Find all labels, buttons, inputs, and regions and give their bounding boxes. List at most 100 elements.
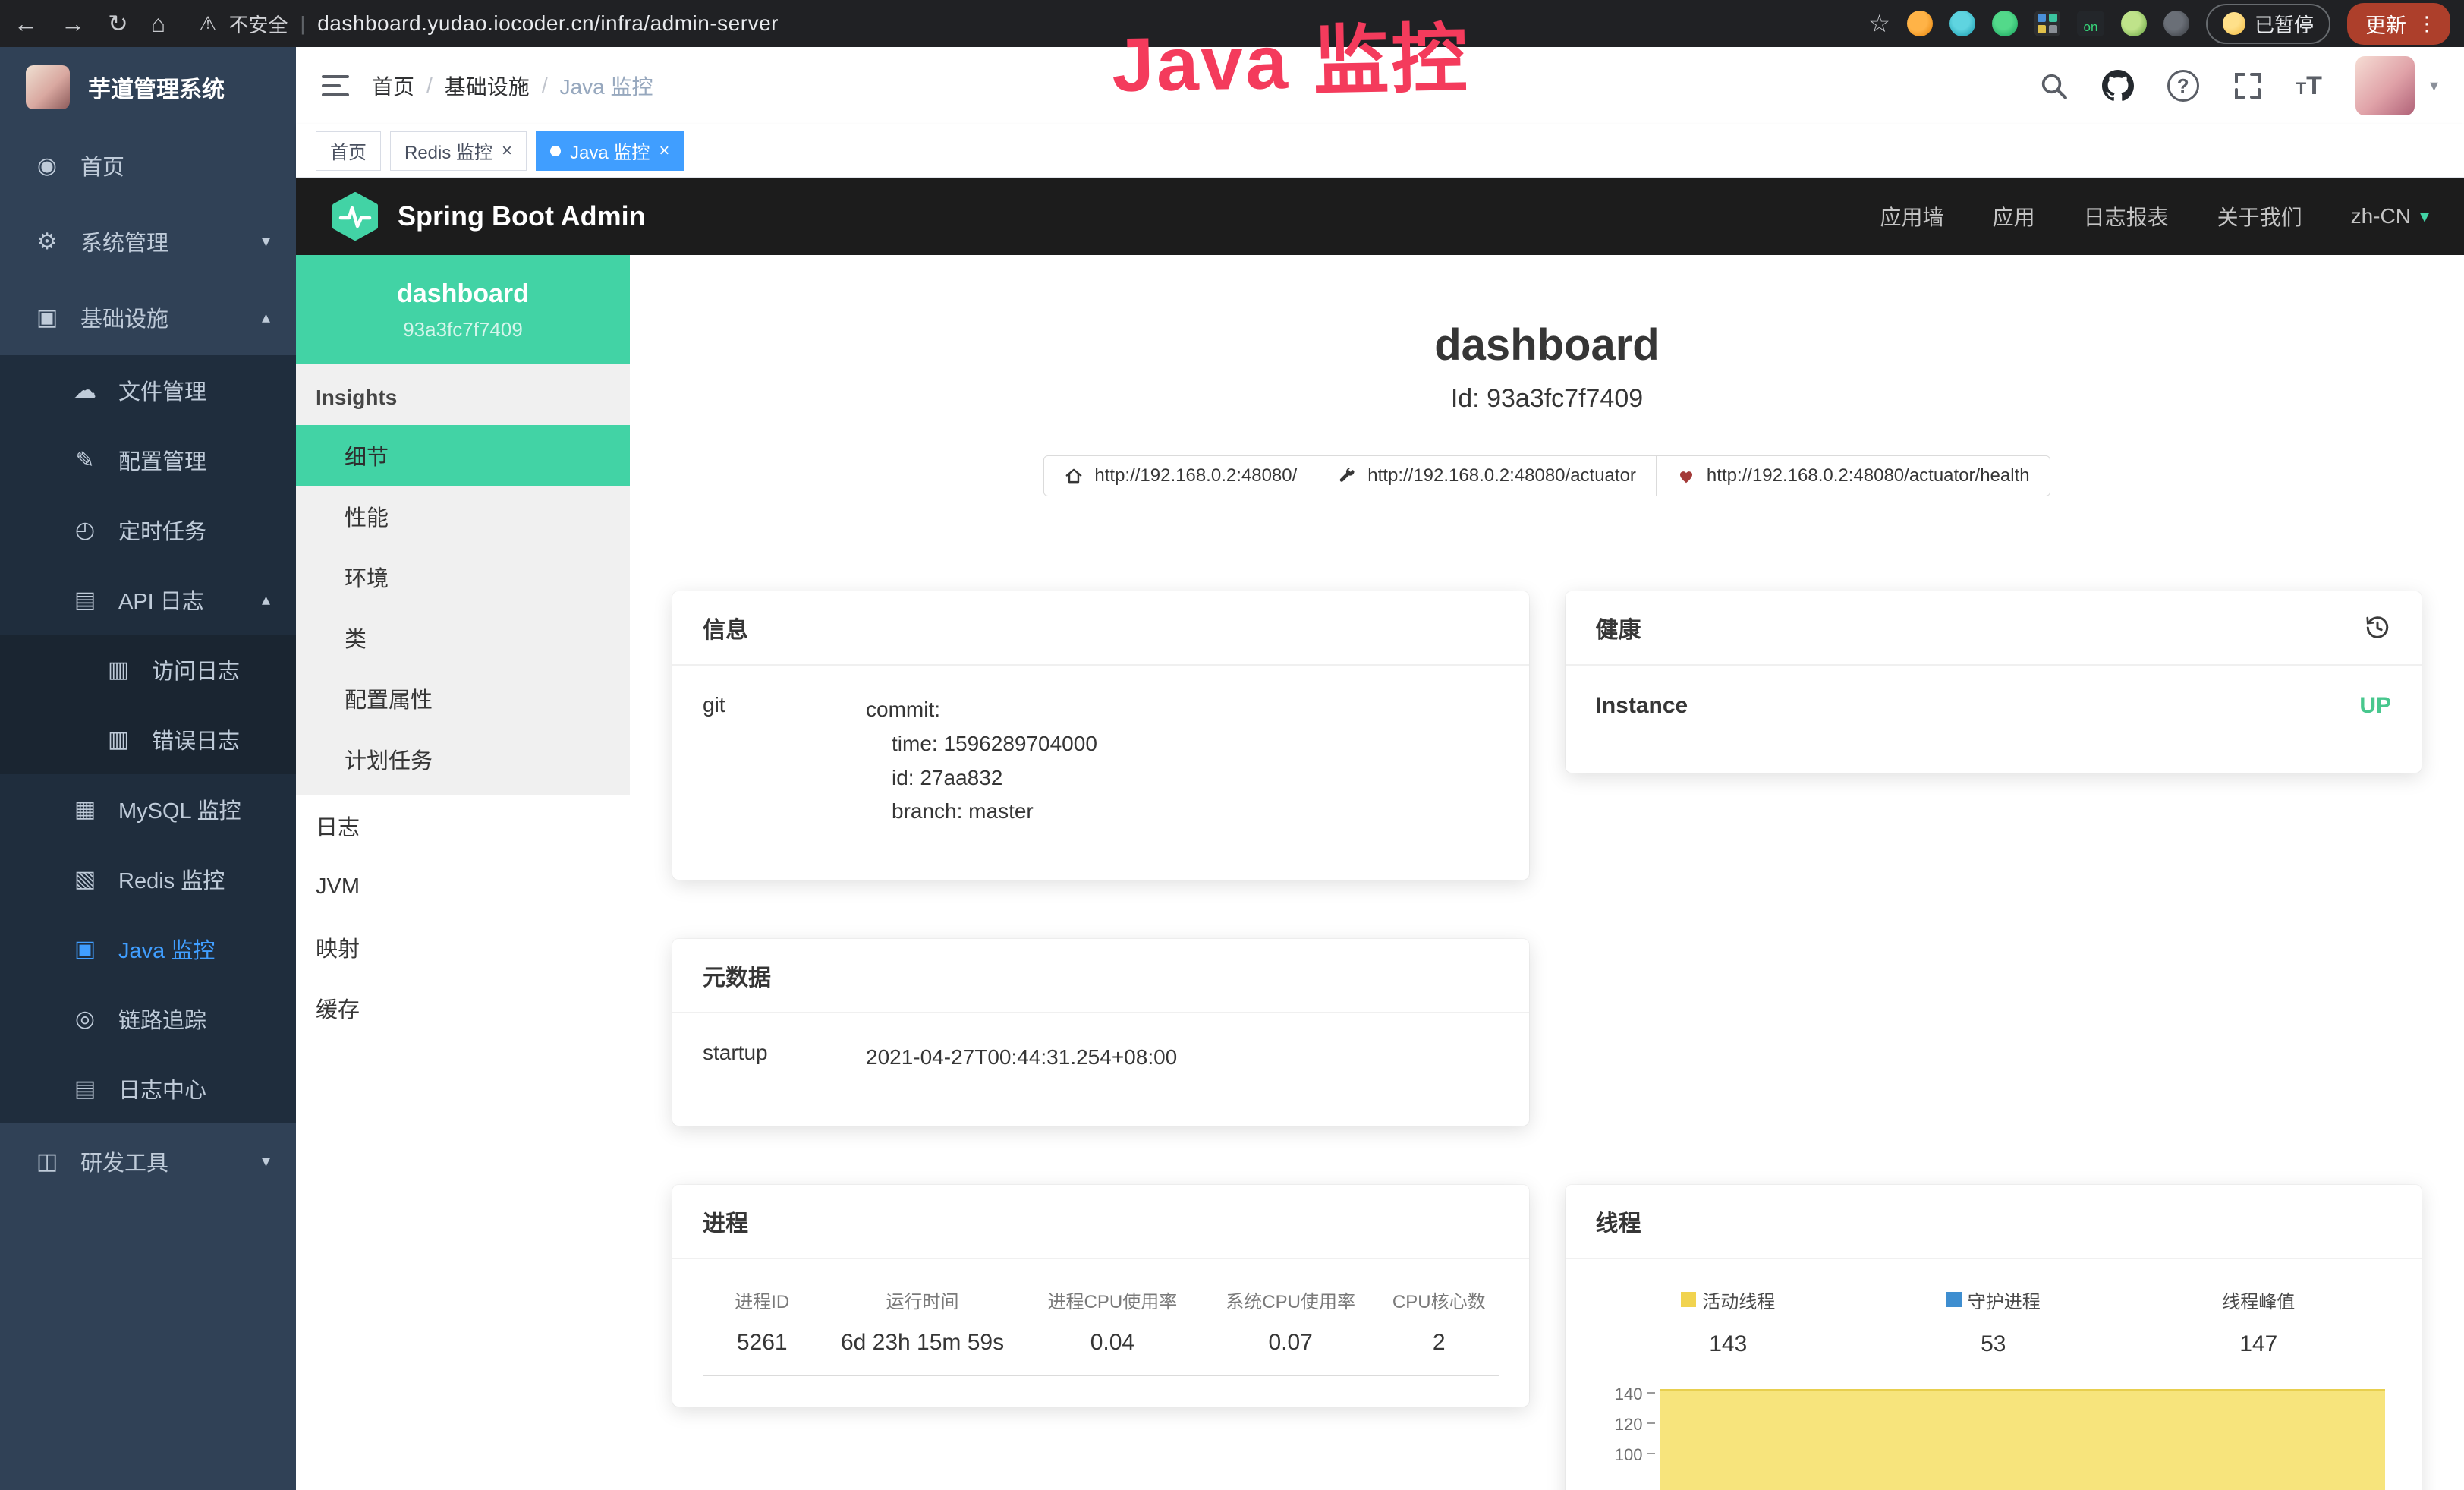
extension-paw-icon[interactable] <box>2163 11 2189 36</box>
sba-nav-applications[interactable]: 应用 <box>1993 201 2035 232</box>
extension-teal-icon[interactable] <box>1949 11 1975 36</box>
sidebar-item-config-management[interactable]: ✎ 配置管理 <box>0 425 296 495</box>
sidebar-item-mysql-monitor[interactable]: ▦ MySQL 监控 <box>0 774 296 844</box>
java-monitor-icon: ▣ <box>70 936 100 962</box>
sba-item-classes[interactable]: 类 <box>296 607 630 668</box>
chevron-down-icon: ▾ <box>2420 206 2429 228</box>
security-label[interactable]: 不安全 <box>228 10 288 38</box>
sba-item-details[interactable]: 细节 <box>296 425 630 486</box>
close-icon[interactable]: × <box>502 140 512 162</box>
sba-nav-about[interactable]: 关于我们 <box>2217 201 2302 232</box>
sidebar-item-system-management[interactable]: ⚙ 系统管理 ▾ <box>0 203 296 279</box>
sidebar-item-trace[interactable]: ◎ 链路追踪 <box>0 984 296 1054</box>
sidebar-item-error-logs[interactable]: ▥ 错误日志 <box>0 704 296 774</box>
sba-item-performance[interactable]: 性能 <box>296 486 630 547</box>
bookmark-star-icon[interactable]: ☆ <box>1868 9 1890 38</box>
threads-card: 线程 活动线程 143 守护进程 53 <box>1566 1185 2422 1490</box>
extension-green-icon[interactable] <box>1992 11 2018 36</box>
sba-item-logs[interactable]: 日志 <box>296 795 630 856</box>
sidebar-item-home[interactable]: ◉ 首页 <box>0 128 296 203</box>
address-bar[interactable]: ⚠ 不安全 | dashboard.yudao.iocoder.cn/infra… <box>199 10 779 38</box>
url-text[interactable]: dashboard.yudao.iocoder.cn/infra/admin-s… <box>317 11 779 36</box>
sba-nav-wallboard[interactable]: 应用墙 <box>1880 201 1944 232</box>
update-button[interactable]: 更新 ⋮ <box>2347 3 2450 45</box>
tag-home[interactable]: 首页 <box>316 131 381 171</box>
extension-leaf-icon[interactable] <box>2121 11 2147 36</box>
search-icon[interactable] <box>2038 71 2069 101</box>
sidebar-item-java-monitor[interactable]: ▣ Java 监控 <box>0 914 296 984</box>
threads-chart: 140 120 100 <box>1596 1383 2392 1490</box>
health-card: 健康 Instance UP <box>1566 591 2422 773</box>
sidebar-item-api-logs[interactable]: ▤ API 日志 ▴ <box>0 565 296 635</box>
app-title: 芋道管理系统 <box>88 71 225 104</box>
font-size-icon[interactable]: TT <box>2296 71 2322 101</box>
sidebar-item-log-center[interactable]: ▤ 日志中心 <box>0 1054 296 1123</box>
heart-icon <box>1676 466 1696 486</box>
paused-badge[interactable]: 已暂停 <box>2206 4 2330 44</box>
sba-item-jvm[interactable]: JVM <box>296 856 630 917</box>
chevron-down-icon: ▾ <box>262 1151 270 1171</box>
sba-item-caches[interactable]: 缓存 <box>296 978 630 1038</box>
process-card-title: 进程 <box>703 1205 748 1238</box>
info-card: 信息 git commit: time: 1596289704000 id: 2… <box>672 591 1529 880</box>
sidebar-item-redis-monitor[interactable]: ▧ Redis 监控 <box>0 844 296 914</box>
extension-orange-icon[interactable] <box>1907 11 1933 36</box>
logo-avatar <box>26 65 70 109</box>
close-icon[interactable]: × <box>659 140 669 162</box>
sidebar-item-dev-tools[interactable]: ◫ 研发工具 ▾ <box>0 1123 296 1199</box>
sidebar-item-scheduled-tasks[interactable]: ◴ 定时任务 <box>0 495 296 565</box>
process-table-header: 进程ID 运行时间 进程CPU使用率 系统CPU使用率 CPU核心数 <box>703 1287 1499 1313</box>
metadata-card-title: 元数据 <box>703 959 771 992</box>
history-icon[interactable] <box>2364 614 2391 641</box>
sba-item-mappings[interactable]: 映射 <box>296 917 630 978</box>
breadcrumb-infrastructure[interactable]: 基础设施 <box>445 71 530 101</box>
sba-item-environment[interactable]: 环境 <box>296 547 630 607</box>
fullscreen-icon[interactable] <box>2233 71 2263 101</box>
warning-icon: ⚠ <box>199 12 216 36</box>
metadata-key: startup <box>703 1041 866 1095</box>
process-table-values: 5261 6d 23h 15m 59s 0.04 0.07 2 <box>703 1330 1499 1376</box>
extension-grid-icon[interactable] <box>2034 11 2060 36</box>
sidebar-item-infrastructure[interactable]: ▣ 基础设施 ▴ <box>0 279 296 355</box>
dashboard-icon: ◉ <box>32 153 62 179</box>
sidebar-item-access-logs[interactable]: ▥ 访问日志 <box>0 635 296 704</box>
refresh-icon[interactable]: ↻ <box>108 9 128 38</box>
forward-icon[interactable]: → <box>61 10 85 38</box>
extension-on-badge-icon[interactable]: on <box>2077 11 2104 36</box>
tag-bar: 首页 Redis 监控 × Java 监控 × <box>296 124 2464 178</box>
info-card-title: 信息 <box>703 611 748 644</box>
threads-chart-plot <box>1660 1383 2392 1490</box>
breadcrumb: 首页 / 基础设施 / Java 监控 <box>372 71 653 101</box>
sba-locale-select[interactable]: zh-CN ▾ <box>2351 204 2429 228</box>
user-avatar[interactable] <box>2355 56 2415 115</box>
address-separator: | <box>300 12 305 36</box>
process-card: 进程 进程ID 运行时间 进程CPU使用率 系统CPU使用率 CPU核心数 <box>672 1185 1529 1407</box>
home-icon[interactable]: ⌂ <box>151 10 165 38</box>
tag-java-monitor[interactable]: Java 监控 × <box>536 131 684 171</box>
sba-item-config-props[interactable]: 配置属性 <box>296 668 630 729</box>
sba-nav-journal[interactable]: 日志报表 <box>2084 201 2169 232</box>
github-icon[interactable] <box>2102 70 2134 102</box>
instance-url-link[interactable]: http://192.168.0.2:48080/ <box>1043 455 1317 496</box>
info-key: git <box>703 693 866 849</box>
breadcrumb-current: Java 监控 <box>560 71 653 101</box>
breadcrumb-home[interactable]: 首页 <box>372 71 414 101</box>
kebab-menu-icon[interactable]: ⋮ <box>2417 12 2437 36</box>
sidebar-item-file-management[interactable]: ☁ 文件管理 <box>0 355 296 425</box>
instance-id: 93a3fc7f7409 <box>308 318 618 342</box>
help-icon[interactable]: ? <box>2167 70 2199 102</box>
cloud-icon: ☁ <box>70 377 100 404</box>
app-sidebar: 芋道管理系统 ◉ 首页 ⚙ 系统管理 ▾ ▣ 基础设施 ▴ <box>0 47 296 1490</box>
tag-redis-monitor[interactable]: Redis 监控 × <box>390 131 527 171</box>
sba-brand[interactable]: Spring Boot Admin <box>331 192 646 241</box>
smiley-icon <box>2223 12 2245 35</box>
trace-icon: ◎ <box>70 1006 100 1032</box>
home-icon <box>1064 466 1084 486</box>
actuator-url-link[interactable]: http://192.168.0.2:48080/actuator <box>1317 455 1657 496</box>
active-threads-value: 143 <box>1596 1331 1861 1357</box>
back-icon[interactable]: ← <box>14 10 38 38</box>
instance-links: http://192.168.0.2:48080/ http://192.168… <box>672 455 2422 496</box>
health-url-link[interactable]: http://192.168.0.2:48080/actuator/health <box>1656 455 2050 496</box>
sba-item-scheduled-tasks[interactable]: 计划任务 <box>296 729 630 789</box>
hamburger-icon[interactable] <box>322 75 349 96</box>
